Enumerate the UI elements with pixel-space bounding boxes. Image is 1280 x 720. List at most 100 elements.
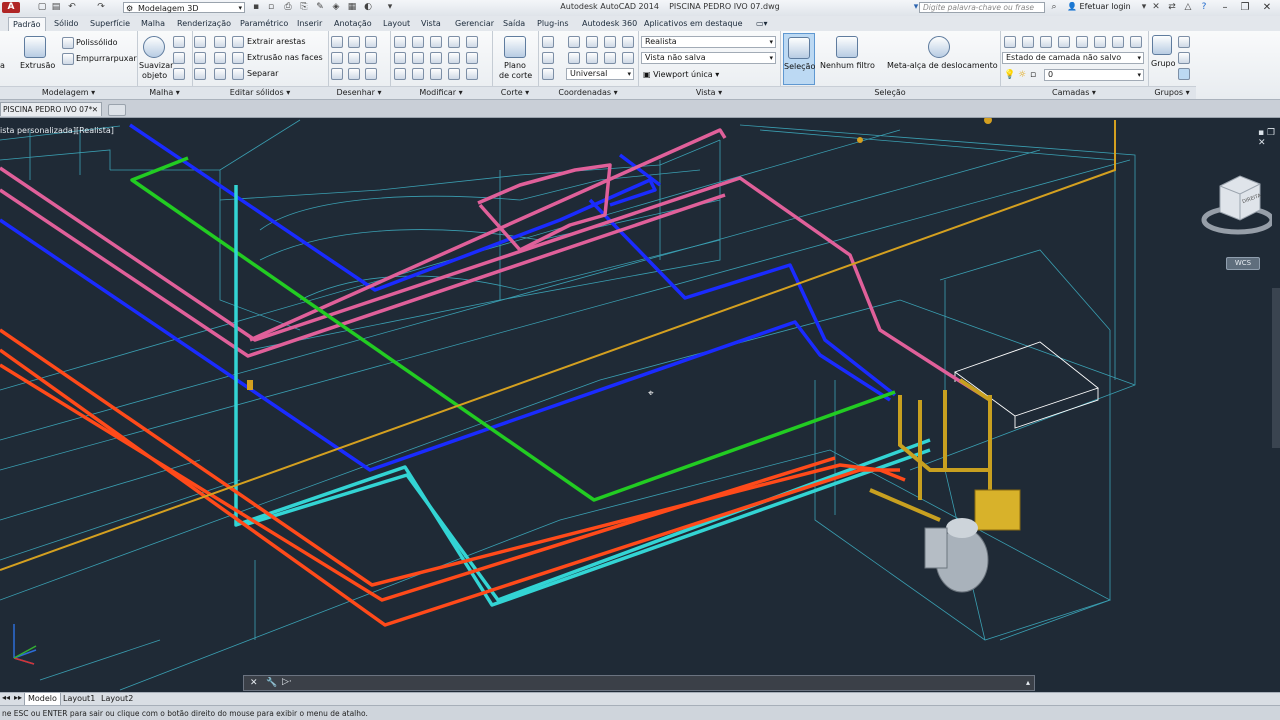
no-filter-icon[interactable] [836, 36, 858, 58]
group-selection-icon[interactable] [1178, 68, 1190, 80]
extrusao-faces-button[interactable]: Extrusão nas faces [247, 53, 323, 62]
mesh-tool-icon-1[interactable] [173, 36, 185, 48]
ucs-icon-3[interactable] [542, 68, 554, 80]
move-gizmo-icon[interactable] [928, 36, 950, 58]
tab-layout2[interactable]: Layout2 [98, 693, 136, 705]
extract-edges-icon[interactable] [232, 36, 244, 48]
extrusao-button[interactable]: Extrusão [20, 61, 55, 70]
named-view-selector[interactable]: Vista não salva ▾ [641, 52, 776, 64]
plano-label-1[interactable]: Plano [504, 61, 526, 70]
customize-icon[interactable]: 🔧 [266, 678, 277, 688]
tab-autodesk-360[interactable]: Autodesk 360 [578, 17, 641, 30]
solid-edit-icon-2[interactable] [214, 52, 226, 64]
move-icon[interactable] [394, 36, 406, 48]
tab-vista[interactable]: Vista [417, 17, 445, 30]
meta-alca-button[interactable]: Meta-alça de deslocamento [887, 61, 998, 70]
ucs-y-icon[interactable] [622, 52, 634, 64]
viewcube[interactable]: DIREITA [1200, 168, 1275, 240]
login-button[interactable]: 👤 Efetuar login [1067, 2, 1131, 11]
section-plane-icon[interactable] [504, 36, 526, 58]
ucs-face-icon[interactable] [586, 52, 598, 64]
tab-solido[interactable]: Sólido [50, 17, 82, 30]
smooth-object-icon[interactable] [143, 36, 165, 58]
suavizar-label-2[interactable]: objeto [142, 71, 167, 80]
viewport-config-button[interactable]: ▣ Viewport única ▾ [643, 70, 719, 79]
empurrarpuxar-button[interactable]: Empurrarpuxar [76, 54, 137, 63]
ucs-3point-icon[interactable] [604, 36, 616, 48]
ucs-icon[interactable] [542, 36, 554, 48]
undo-icon[interactable]: ↶ [66, 2, 78, 13]
panel-title-corte[interactable]: Corte ▾ [492, 86, 538, 99]
qat-dropdown-icon[interactable]: ▾ [384, 2, 396, 13]
solid-edit-icon-3[interactable] [214, 68, 226, 80]
ucs-icon-2[interactable] [542, 52, 554, 64]
explode-icon[interactable] [466, 68, 478, 80]
tab-layout[interactable]: Layout [379, 17, 414, 30]
nenhum-filtro-button[interactable]: Nenhum filtro [820, 61, 875, 70]
scale-icon[interactable] [466, 36, 478, 48]
tab-malha[interactable]: Malha [137, 17, 169, 30]
command-line[interactable]: ✕ 🔧 ▷· ▴ [243, 675, 1035, 691]
group-icon[interactable] [1152, 35, 1172, 55]
exchange-icon[interactable]: ✕ [1150, 2, 1162, 13]
layer-state-selector[interactable]: Estado de camada não salvo ▾ [1002, 52, 1144, 64]
mirror-icon[interactable] [412, 52, 424, 64]
app-store-icon[interactable]: ⇄ [1166, 2, 1178, 13]
workspace-selector[interactable]: ⚙ Modelagem 3D ▾ [123, 2, 245, 13]
layer-match-icon[interactable] [1112, 36, 1124, 48]
plot-icon[interactable]: ⎙ [282, 2, 294, 13]
publish-icon[interactable]: ⎘ [298, 2, 310, 13]
tab-parametrico[interactable]: Paramétrico [236, 17, 292, 30]
extrude-icon[interactable] [24, 36, 46, 58]
solid-edit-icon-1[interactable] [214, 36, 226, 48]
tab-saida[interactable]: Saída [499, 17, 529, 30]
grupo-button[interactable]: Grupo [1151, 59, 1176, 68]
separate-icon[interactable] [232, 68, 244, 80]
panel-title-camadas[interactable]: Camadas ▾ [1000, 86, 1148, 99]
ucs-origin-icon[interactable] [568, 36, 580, 48]
gizmo-scale-icon[interactable] [430, 68, 442, 80]
tab-plug-ins[interactable]: Plug-ins [533, 17, 573, 30]
ribbon-minimize-icon[interactable]: ▭▾ [752, 17, 772, 30]
region-icon[interactable] [365, 68, 377, 80]
array-icon[interactable] [466, 52, 478, 64]
search-input[interactable]: Digite palavra-chave ou frase [919, 2, 1045, 13]
separar-button[interactable]: Separar [247, 69, 278, 78]
match-properties-icon[interactable]: ✎ [314, 2, 326, 13]
current-layer-selector[interactable]: 0 ▾ [1044, 69, 1144, 81]
application-menu-icon[interactable]: A [2, 2, 20, 13]
tab-layout1[interactable]: Layout1 [60, 693, 98, 705]
layer-icon[interactable]: ◈ [330, 2, 342, 13]
tab-padrao[interactable]: Padrão [8, 17, 46, 31]
layer-unisolate-icon[interactable] [1040, 36, 1052, 48]
rotate-icon[interactable] [412, 36, 424, 48]
ucs-x-icon[interactable] [622, 36, 634, 48]
circle-icon[interactable] [365, 52, 377, 64]
viewport-label[interactable]: ista personalizada][Realista] [0, 126, 114, 135]
ucs-selector[interactable]: Universal ▾ [566, 68, 634, 80]
suavizar-label-1[interactable]: Suavizar [139, 61, 173, 70]
ucs-object-icon[interactable] [568, 52, 580, 64]
layer-lock-icon[interactable] [1094, 36, 1106, 48]
tab-superficie[interactable]: Superfície [86, 17, 134, 30]
layer-off-icon[interactable] [1058, 36, 1070, 48]
polyline-icon[interactable] [348, 36, 360, 48]
tab-aplicativos[interactable]: Aplicativos em destaque [640, 17, 747, 30]
document-tab[interactable]: PISCINA PEDRO IVO 07* ✕ [0, 102, 102, 116]
help-icon[interactable]: ? [1198, 2, 1210, 13]
first-layout-icon[interactable]: ◂◂ [2, 693, 10, 702]
new-tab-icon[interactable] [108, 104, 126, 116]
polygon-icon[interactable] [331, 68, 343, 80]
group-edit-icon[interactable] [1178, 52, 1190, 64]
search-icon[interactable]: ⌕ [1048, 2, 1060, 13]
align-icon[interactable] [412, 68, 424, 80]
union-icon[interactable] [194, 36, 206, 48]
erase-icon[interactable] [448, 68, 460, 80]
tab-gerenciar[interactable]: Gerenciar [451, 17, 498, 30]
fillet-icon[interactable] [448, 52, 460, 64]
gizmo-move-icon[interactable] [430, 36, 442, 48]
layer-properties-icon[interactable] [1004, 36, 1016, 48]
community-icon[interactable]: △ [1182, 2, 1194, 13]
panel-title-grupos[interactable]: Grupos ▾ [1148, 86, 1196, 99]
extrude-faces-icon[interactable] [232, 52, 244, 64]
